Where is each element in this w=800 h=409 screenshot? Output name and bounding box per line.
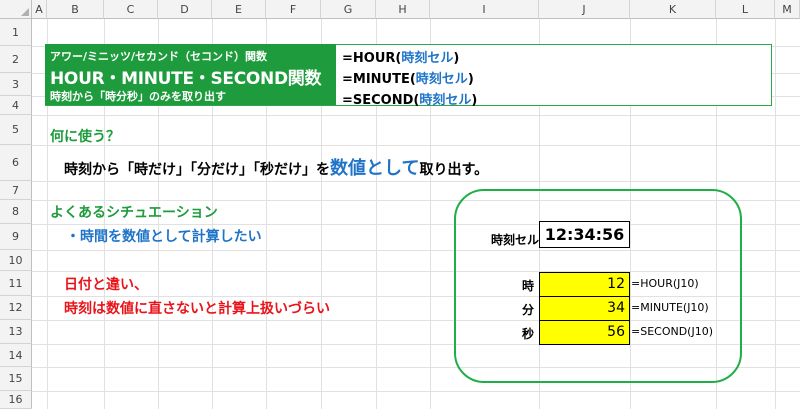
warning-line-1: 日付と違い、 [64, 277, 148, 293]
second-syntax-close: ) [471, 93, 478, 108]
hour-syntax: =HOUR(時刻セル) [342, 47, 459, 66]
hour-formula: =HOUR(J10) [631, 277, 699, 290]
usage-sentence-part2: 取り出す。 [419, 162, 489, 178]
row-header-11[interactable]: 11 [0, 271, 32, 296]
situation-heading: よくあるシチュエーション [50, 205, 218, 221]
warning-line-2: 時刻は数値に直さないと計算上扱いづらい [64, 301, 330, 317]
function-reading-text: アワー/ミニッツ/セカンド（セコンド）関数 [50, 50, 268, 63]
row-header-2[interactable]: 2 [0, 46, 32, 73]
row-header-10[interactable]: 10 [0, 250, 32, 271]
row-header-8[interactable]: 8 [0, 200, 32, 224]
usage-highlight: 数値として [330, 158, 420, 179]
usage-heading: 何に使う？ [50, 129, 120, 145]
row-header-5[interactable]: 5 [0, 115, 32, 145]
time-cell-value[interactable]: 12:34:56 [539, 221, 630, 248]
second-syntax-arg: 時刻セル [419, 93, 472, 108]
second-formula: =SECOND(J10) [631, 325, 714, 338]
second-result-cell[interactable]: 56 [539, 320, 630, 345]
row-line [32, 391, 800, 392]
row-header-12[interactable]: 12 [0, 296, 32, 320]
column-header-k[interactable]: K [630, 0, 716, 19]
row-header-9[interactable]: 9 [0, 224, 32, 250]
column-header-h[interactable]: H [376, 0, 430, 19]
function-title: HOUR・MINUTE・SECOND関数 [50, 69, 322, 89]
situation-bullet: ・時間を数値として計算したい [66, 229, 262, 245]
column-header-l[interactable]: L [716, 0, 775, 19]
hour-result-cell[interactable]: 12 [539, 272, 630, 297]
row-header-15[interactable]: 15 [0, 367, 32, 391]
usage-sentence-part1: 時刻から「時だけ」「分だけ」「秒だけ」を [64, 162, 330, 178]
column-header-a[interactable]: A [32, 0, 47, 19]
usage-sentence: 時刻から「時だけ」「分だけ」「秒だけ」を数値として取り出す。 [64, 154, 488, 180]
row-header-3[interactable]: 3 [0, 73, 32, 96]
row-header-7[interactable]: 7 [0, 181, 32, 200]
function-summary: 時刻から「時分秒」のみを取り出す [50, 90, 226, 103]
hour-syntax-func: =HOUR( [342, 51, 402, 66]
second-syntax: =SECOND(時刻セル) [342, 89, 477, 108]
row-header-1[interactable]: 1 [0, 19, 32, 46]
row-header-16[interactable]: 16 [0, 391, 32, 409]
column-header-e[interactable]: E [212, 0, 266, 19]
column-header-m[interactable]: M [775, 0, 800, 19]
second-syntax-func: =SECOND( [342, 93, 420, 108]
select-all-corner[interactable] [0, 0, 32, 19]
row-header-6[interactable]: 6 [0, 145, 32, 181]
column-header-d[interactable]: D [158, 0, 212, 19]
minute-formula: =MINUTE(J10) [631, 301, 709, 314]
row-line [32, 145, 800, 146]
time-cell-label: 時刻セル [491, 233, 540, 247]
column-line [775, 19, 776, 409]
second-label: 秒 [522, 327, 535, 341]
column-header-c[interactable]: C [104, 0, 158, 19]
spreadsheet-grid[interactable]: A B C D E F G H I J K L M 1 2 3 4 5 6 7 … [0, 0, 800, 409]
column-header-j[interactable]: J [539, 0, 630, 19]
column-header-i[interactable]: I [430, 0, 539, 19]
column-header-g[interactable]: G [321, 0, 376, 19]
minute-label: 分 [522, 303, 535, 317]
row-header-13[interactable]: 13 [0, 320, 32, 344]
minute-syntax: =MINUTE(時刻セル) [342, 68, 474, 87]
row-line [32, 181, 800, 182]
minute-result-cell[interactable]: 34 [539, 296, 630, 321]
row-header-4[interactable]: 4 [0, 96, 32, 115]
row-line [32, 115, 800, 116]
row-header-14[interactable]: 14 [0, 344, 32, 367]
hour-label: 時 [522, 279, 535, 293]
hour-syntax-close: ) [453, 51, 460, 66]
column-header-b[interactable]: B [47, 0, 104, 19]
column-header-f[interactable]: F [266, 0, 321, 19]
hour-syntax-arg: 時刻セル [401, 51, 454, 66]
minute-syntax-arg: 時刻セル [415, 72, 468, 87]
minute-syntax-func: =MINUTE( [342, 72, 416, 87]
minute-syntax-close: ) [467, 72, 474, 87]
